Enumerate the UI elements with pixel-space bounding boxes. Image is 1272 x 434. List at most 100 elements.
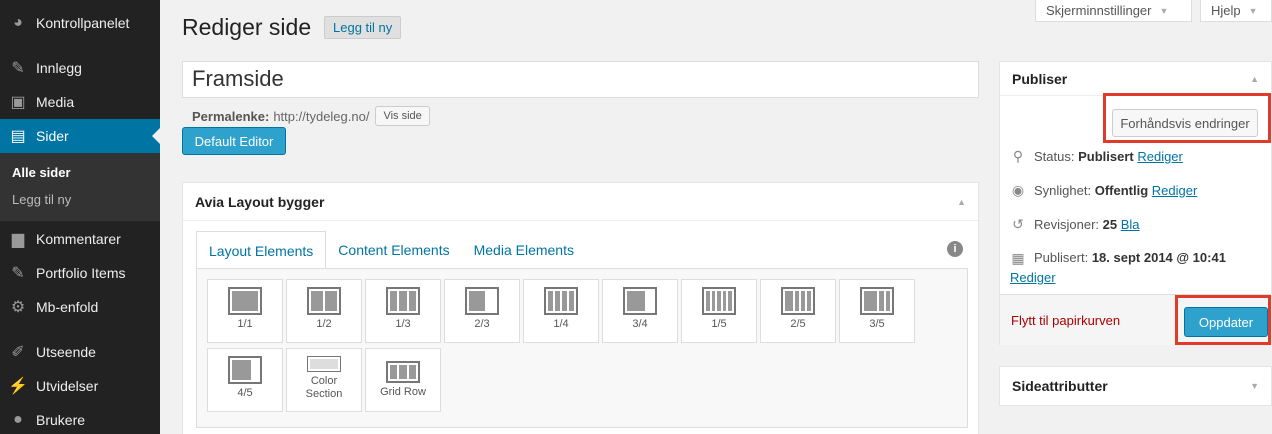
published-value: 18. sept 2014 @ 10:41 bbox=[1091, 250, 1226, 265]
browse-revisions-link[interactable]: Bla bbox=[1121, 217, 1140, 232]
admin-sidebar: ◕ Kontrollpanelet ✎ Innlegg ▣ Media ▤ Si… bbox=[0, 0, 160, 434]
element-caption: 2/5 bbox=[790, 318, 806, 330]
element-caption: Color Section bbox=[305, 375, 343, 400]
menu-item-mb-enfold[interactable]: ⚙ Mb-enfold bbox=[0, 290, 160, 324]
element-caption: 1/5 bbox=[711, 318, 727, 330]
permalink-label: Permalenke: bbox=[192, 108, 270, 124]
pin-icon: ✎ bbox=[11, 265, 25, 282]
screen-options-button[interactable]: Skjerminnstillinger ▼ bbox=[1035, 0, 1192, 22]
permalink-row: Permalenke: http://tydeleg.no/ Vis side bbox=[192, 106, 430, 126]
submenu-all-pages[interactable]: Alle sider bbox=[12, 165, 71, 180]
element-1-2[interactable]: 1/2 bbox=[286, 279, 362, 343]
add-new-button[interactable]: Legg til ny bbox=[324, 16, 402, 39]
menu-item-pages[interactable]: ▤ Sider bbox=[0, 119, 160, 153]
element-2-5[interactable]: 2/5 bbox=[760, 279, 836, 343]
eye-icon: ◉ bbox=[1011, 182, 1025, 198]
gear-icon: ⚙ bbox=[10, 299, 26, 316]
element-grid-row[interactable]: Grid Row bbox=[365, 348, 441, 412]
pin-icon: ⚲ bbox=[1012, 148, 1024, 164]
element-caption: Grid Row bbox=[380, 386, 426, 398]
publish-footer: Flytt til papirkurven Oppdater bbox=[1000, 294, 1271, 345]
menu-item-appearance[interactable]: ✐ Utseende bbox=[0, 335, 160, 369]
avia-tabs: Layout Elements Content Elements Media E… bbox=[196, 231, 586, 269]
view-page-button[interactable]: Vis side bbox=[375, 106, 430, 126]
edit-visibility-link[interactable]: Rediger bbox=[1152, 183, 1198, 198]
column-4-5-icon bbox=[228, 356, 262, 384]
avia-header[interactable]: Avia Layout bygger ▲ bbox=[183, 183, 978, 221]
element-1-1[interactable]: 1/1 bbox=[207, 279, 283, 343]
pin-icon: ✎ bbox=[11, 60, 25, 77]
column-2-3-icon bbox=[465, 287, 499, 315]
info-icon[interactable]: i bbox=[947, 241, 963, 257]
publish-header[interactable]: Publiser ▲ bbox=[1000, 62, 1271, 96]
column-3-4-icon bbox=[623, 287, 657, 315]
menu-item-plugins[interactable]: ⚡ Utvidelser bbox=[0, 369, 160, 403]
menu-item-media[interactable]: ▣ Media bbox=[0, 85, 160, 119]
visibility-label: Synlighet: bbox=[1034, 183, 1092, 198]
update-button[interactable]: Oppdater bbox=[1184, 307, 1268, 337]
element-caption: 1/1 bbox=[237, 318, 253, 330]
element-2-3[interactable]: 2/3 bbox=[444, 279, 520, 343]
tab-media-elements[interactable]: Media Elements bbox=[462, 231, 586, 269]
avia-title: Avia Layout bygger bbox=[195, 193, 325, 210]
visibility-value: Offentlig bbox=[1094, 183, 1149, 198]
column-1-3-icon bbox=[386, 287, 420, 315]
caret-down-icon: ▼ bbox=[1248, 5, 1258, 16]
element-3-5[interactable]: 3/5 bbox=[839, 279, 915, 343]
preview-changes-button[interactable]: Forhåndsvis endringer bbox=[1112, 109, 1258, 137]
help-button[interactable]: Hjelp ▼ bbox=[1200, 0, 1272, 22]
tab-content-elements[interactable]: Content Elements bbox=[326, 231, 461, 269]
status-label: Status: bbox=[1034, 149, 1075, 164]
menu-label: Portfolio Items bbox=[36, 265, 126, 281]
column-1-2-icon bbox=[307, 287, 341, 315]
published-row: ▦ Publisert: 18. sept 2014 @ 10:41 bbox=[1010, 250, 1226, 267]
move-to-trash-link[interactable]: Flytt til papirkurven bbox=[1011, 313, 1120, 328]
menu-item-users[interactable]: ● Brukere bbox=[0, 403, 160, 434]
plugin-icon: ⚡ bbox=[8, 378, 28, 395]
help-label: Hjelp bbox=[1211, 3, 1241, 18]
page-title: Rediger side bbox=[182, 14, 312, 40]
page-attributes-title: Sideattributter bbox=[1012, 378, 1108, 394]
element-1-4[interactable]: 1/4 bbox=[523, 279, 599, 343]
menu-label: Mb-enfold bbox=[36, 299, 99, 315]
submenu-add-new[interactable]: Legg til ny bbox=[12, 192, 71, 207]
revisions-row: ↺ Revisjoner: 25 Bla bbox=[1010, 216, 1140, 233]
visibility-row: ◉ Synlighet: Offentlig Rediger bbox=[1010, 182, 1197, 199]
column-2-5-icon bbox=[781, 287, 815, 315]
element-caption: 3/5 bbox=[869, 318, 885, 330]
element-4-5[interactable]: 4/5 bbox=[207, 348, 283, 412]
element-color-section[interactable]: Color Section bbox=[286, 348, 362, 412]
page-attributes-box[interactable]: Sideattributter ▼ bbox=[999, 366, 1272, 406]
publish-box: Publiser ▲ Forhåndsvis endringer ⚲ Statu… bbox=[999, 61, 1272, 345]
tab-layout-elements[interactable]: Layout Elements bbox=[196, 231, 327, 269]
caret-down-icon: ▼ bbox=[1159, 5, 1169, 16]
publish-title: Publiser bbox=[1012, 70, 1068, 87]
published-label: Publisert: bbox=[1034, 250, 1089, 265]
collapse-icon[interactable]: ▲ bbox=[1250, 74, 1259, 84]
edit-date-link[interactable]: Rediger bbox=[1010, 270, 1056, 285]
user-icon: ● bbox=[13, 411, 23, 428]
menu-label: Innlegg bbox=[36, 60, 82, 76]
status-row: ⚲ Status: Publisert Rediger bbox=[1010, 148, 1183, 165]
pages-submenu: Alle sider Legg til ny bbox=[0, 153, 160, 221]
menu-item-posts[interactable]: ✎ Innlegg bbox=[0, 51, 160, 85]
menu-item-portfolio[interactable]: ✎ Portfolio Items bbox=[0, 256, 160, 290]
menu-item-comments[interactable]: ▆ Kommentarer bbox=[0, 222, 160, 256]
caret-down-icon[interactable]: ▼ bbox=[1250, 381, 1259, 391]
menu-label: Kommentarer bbox=[36, 231, 121, 247]
edit-status-link[interactable]: Rediger bbox=[1137, 149, 1183, 164]
element-caption: 3/4 bbox=[632, 318, 648, 330]
permalink-url: http://tydeleg.no/ bbox=[273, 108, 370, 124]
post-title-input[interactable]: Framside bbox=[182, 61, 979, 98]
collapse-icon[interactable]: ▲ bbox=[957, 197, 966, 207]
pages-icon: ▤ bbox=[10, 128, 26, 145]
menu-item-dashboard[interactable]: ◕ Kontrollpanelet bbox=[0, 6, 160, 40]
element-3-4[interactable]: 3/4 bbox=[602, 279, 678, 343]
element-1-5[interactable]: 1/5 bbox=[681, 279, 757, 343]
layout-elements-grid: 1/1 1/2 1/3 2/3 1/4 3/4 1/5 2/5 3/5 4/5 … bbox=[196, 268, 968, 428]
default-editor-button[interactable]: Default Editor bbox=[182, 127, 286, 155]
calendar-icon: ▦ bbox=[1011, 250, 1025, 266]
status-value: Publisert bbox=[1078, 149, 1134, 164]
grid-row-icon bbox=[386, 361, 420, 383]
element-1-3[interactable]: 1/3 bbox=[365, 279, 441, 343]
